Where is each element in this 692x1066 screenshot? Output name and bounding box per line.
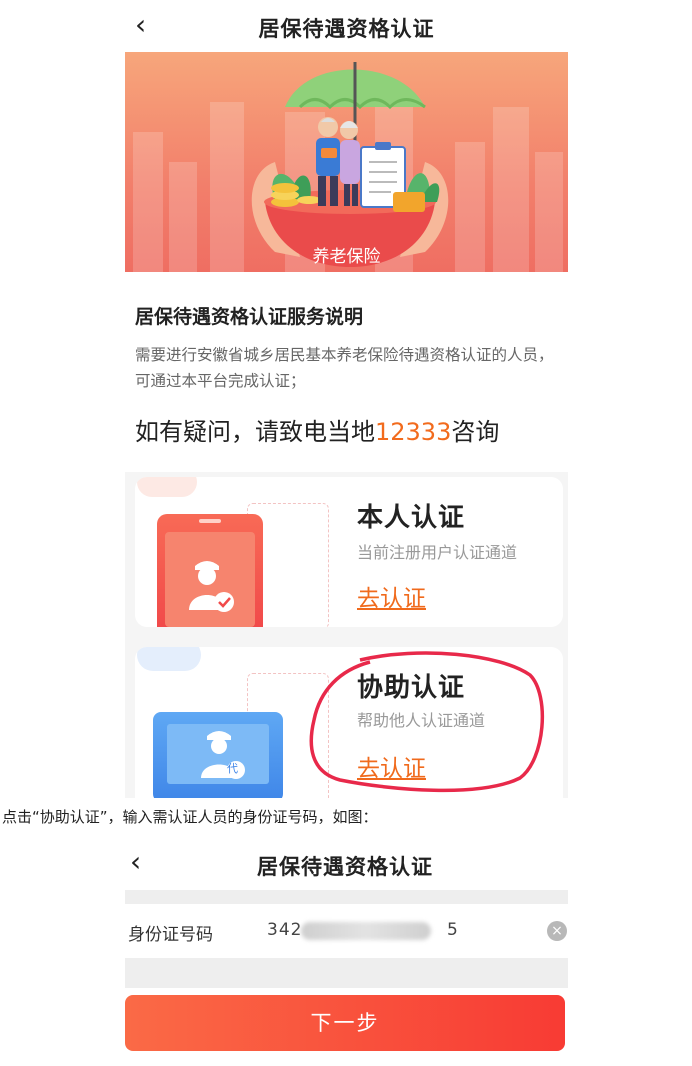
pension-illustration	[251, 62, 449, 267]
id-number-input[interactable]: 342 5	[267, 918, 467, 944]
hotline-text: 如有疑问，请致电当地12333咨询	[135, 412, 499, 447]
redaction-blur	[301, 922, 431, 940]
card-title: 本人认证	[357, 503, 466, 533]
section-title: 居保待遇资格认证服务说明	[135, 306, 364, 328]
self-verification-card[interactable]: 本人认证 当前注册用户认证通道 去认证	[135, 477, 563, 627]
id-value-end: 5	[447, 920, 459, 940]
hotline-prefix: 如有疑问，请致电当地	[135, 418, 375, 446]
phone-illustration	[157, 514, 263, 627]
nav-bar: ‹ 居保待遇资格认证	[125, 0, 568, 52]
hotline-suffix: 咨询	[451, 418, 500, 446]
pension-banner: 养老保险	[125, 52, 568, 272]
clear-icon[interactable]: ×	[547, 921, 567, 941]
proxy-badge: 代	[227, 762, 238, 775]
banner-label: 养老保险	[312, 247, 381, 267]
user-check-icon	[189, 561, 234, 612]
phone-screen-id-entry: ‹ 居保待遇资格认证 身份证号码 342 5 × 下一步	[125, 838, 568, 1058]
card-subtitle: 当前注册用户认证通道	[357, 543, 518, 562]
go-verify-link[interactable]: 去认证	[357, 579, 426, 613]
service-description: 居保待遇资格认证服务说明 需要进行安徽省城乡居民基本养老保险待遇资格认证的人员，…	[125, 272, 568, 472]
description-text: 需要进行安徽省城乡居民基本养老保险待遇资格认证的人员，可通过本平台完成认证；	[135, 346, 554, 390]
user-proxy-icon	[201, 731, 245, 779]
id-number-label: 身份证号码	[128, 925, 213, 945]
page-title: 居保待遇资格认证	[257, 855, 433, 879]
next-button[interactable]: 下一步	[125, 995, 565, 1051]
highlight-circle	[309, 651, 545, 793]
id-number-row: 身份证号码 342 5 ×	[125, 904, 568, 958]
id-value-start: 342	[267, 920, 303, 940]
page-title: 居保待遇资格认证	[258, 17, 435, 41]
monitor-illustration: 代	[153, 712, 283, 798]
instruction-caption: 点击“协助认证”，输入需认证人员的身份证号码，如图：	[2, 808, 378, 826]
hotline-number[interactable]: 12333	[375, 418, 451, 446]
